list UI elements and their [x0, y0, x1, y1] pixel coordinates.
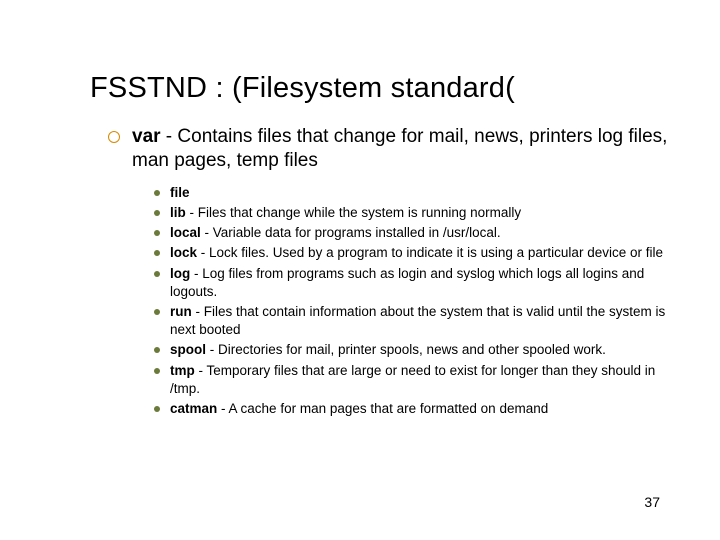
list-item: local - Variable data for programs insta… [154, 224, 672, 242]
list-item-text: tmp - Temporary files that are large or … [170, 362, 672, 398]
list-item-term: file [170, 185, 190, 200]
list-item-text: log - Log files from programs such as lo… [170, 265, 672, 301]
list-item-text: run - Files that contain information abo… [170, 303, 672, 339]
list-item-text: spool - Directories for mail, printer sp… [170, 341, 672, 359]
list-item-term: lock [170, 245, 197, 260]
sublist: file lib - Files that change while the s… [154, 184, 672, 419]
dot-bullet-icon [154, 230, 160, 236]
level1-text: var - Contains files that change for mai… [132, 125, 672, 174]
list-item-term: local [170, 225, 201, 240]
dot-bullet-icon [154, 309, 160, 315]
list-item-text: file [170, 184, 672, 202]
list-item-desc: - A cache for man pages that are formatt… [217, 401, 548, 416]
list-item: lib - Files that change while the system… [154, 204, 672, 222]
list-item: run - Files that contain information abo… [154, 303, 672, 339]
list-item-text: catman - A cache for man pages that are … [170, 400, 672, 418]
list-item-desc: - Files that change while the system is … [186, 205, 521, 220]
list-item-desc: - Lock files. Used by a program to indic… [197, 245, 663, 260]
list-item-desc: - Files that contain information about t… [170, 304, 665, 337]
list-item-desc: - Directories for mail, printer spools, … [206, 342, 606, 357]
list-item: spool - Directories for mail, printer sp… [154, 341, 672, 359]
list-item-desc: - Temporary files that are large or need… [170, 363, 655, 396]
list-item-desc: - Log files from programs such as login … [170, 266, 644, 299]
level1-term: var [132, 126, 161, 147]
list-item-term: catman [170, 401, 217, 416]
bullet-level1: var - Contains files that change for mai… [108, 125, 672, 174]
level1-desc: - Contains files that change for mail, n… [132, 126, 667, 171]
list-item-desc: - Variable data for programs installed i… [201, 225, 501, 240]
slide: FSSTND : (Filesystem standard( var - Con… [0, 0, 720, 540]
page-number: 37 [644, 494, 660, 510]
list-item-term: tmp [170, 363, 195, 378]
dot-bullet-icon [154, 250, 160, 256]
dot-bullet-icon [154, 406, 160, 412]
dot-bullet-icon [154, 368, 160, 374]
dot-bullet-icon [154, 190, 160, 196]
list-item-text: lib - Files that change while the system… [170, 204, 672, 222]
dot-bullet-icon [154, 210, 160, 216]
list-item-text: local - Variable data for programs insta… [170, 224, 672, 242]
dot-bullet-icon [154, 347, 160, 353]
list-item: file [154, 184, 672, 202]
list-item-term: log [170, 266, 190, 281]
list-item: tmp - Temporary files that are large or … [154, 362, 672, 398]
list-item: log - Log files from programs such as lo… [154, 265, 672, 301]
list-item-term: spool [170, 342, 206, 357]
circle-bullet-icon [108, 131, 120, 143]
list-item-term: lib [170, 205, 186, 220]
list-item-term: run [170, 304, 192, 319]
list-item: catman - A cache for man pages that are … [154, 400, 672, 418]
list-item-text: lock - Lock files. Used by a program to … [170, 244, 672, 262]
list-item: lock - Lock files. Used by a program to … [154, 244, 672, 262]
dot-bullet-icon [154, 271, 160, 277]
slide-body: var - Contains files that change for mai… [108, 125, 672, 418]
slide-title: FSSTND : (Filesystem standard( [90, 72, 672, 105]
